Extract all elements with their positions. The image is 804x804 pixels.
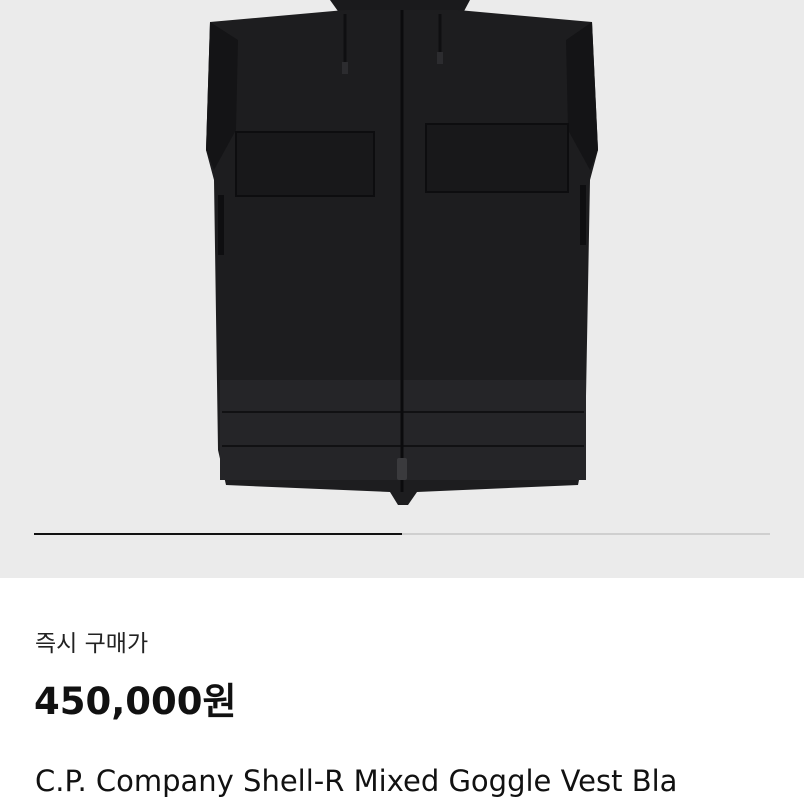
product-info-panel: 즉시 구매가 450,000원 C.P. Company Shell-R Mix… [0, 578, 804, 804]
gallery-progress-indicator [34, 533, 402, 535]
product-title[interactable]: C.P. Company Shell-R Mixed Goggle Vest B… [35, 764, 677, 798]
gallery-progress-track [34, 533, 770, 535]
product-image [0, 0, 804, 578]
product-detail-page: 즉시 구매가 450,000원 C.P. Company Shell-R Mix… [0, 0, 804, 804]
product-price: 450,000원 [34, 680, 237, 723]
product-image-gallery[interactable] [0, 0, 804, 578]
instant-buy-price-label: 즉시 구매가 [35, 631, 149, 657]
